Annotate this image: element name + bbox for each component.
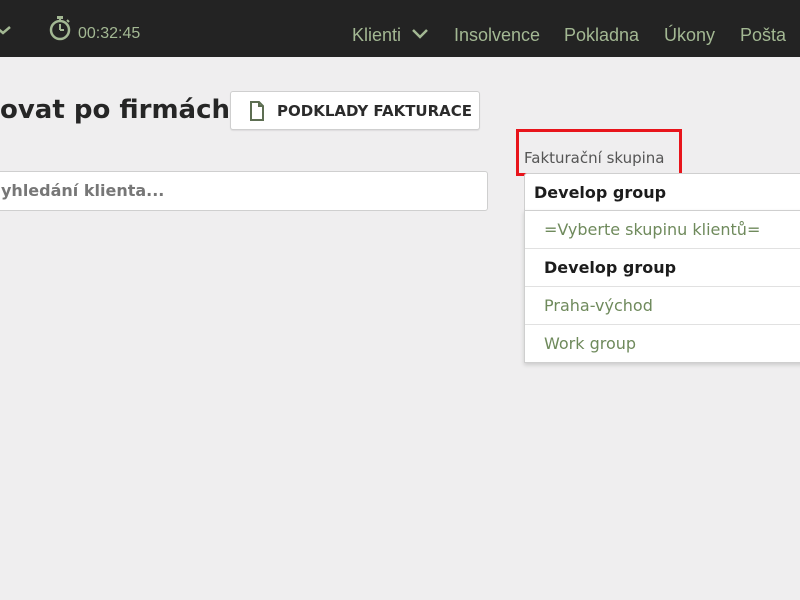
billing-documents-button[interactable]: PODKLADY FAKTURACE	[230, 91, 480, 130]
nav-item-ukony[interactable]: Úkony	[664, 23, 715, 47]
top-navbar: 00:32:45 Klienti Insolvence Pokladna Úko…	[0, 0, 800, 57]
chevron-down-icon[interactable]	[412, 28, 428, 40]
billing-group-select[interactable]: Develop group	[524, 173, 800, 211]
session-timer: 00:32:45	[78, 25, 141, 42]
dropdown-option[interactable]: =Vyberte skupinu klientů=	[525, 211, 800, 249]
nav-item-klienti[interactable]: Klienti	[352, 23, 401, 47]
document-icon	[250, 101, 264, 121]
billing-group-dropdown: =Vyberte skupinu klientů= Develop group …	[524, 210, 800, 363]
chevron-down-icon[interactable]	[0, 22, 16, 38]
client-search-input[interactable]: yhledání klienta...	[0, 171, 488, 211]
dropdown-option[interactable]: Praha-východ	[525, 287, 800, 325]
billing-documents-label: PODKLADY FAKTURACE	[277, 102, 473, 120]
nav-item-pokladna[interactable]: Pokladna	[564, 23, 639, 47]
nav-item-posta[interactable]: Pošta	[740, 23, 786, 47]
dropdown-option[interactable]: Develop group	[525, 249, 800, 287]
nav-item-insolvence[interactable]: Insolvence	[454, 23, 540, 47]
dropdown-option[interactable]: Work group	[525, 325, 800, 363]
page-title: ovat po firmách	[0, 95, 231, 125]
stopwatch-icon	[49, 16, 71, 41]
highlight-box	[516, 129, 682, 176]
